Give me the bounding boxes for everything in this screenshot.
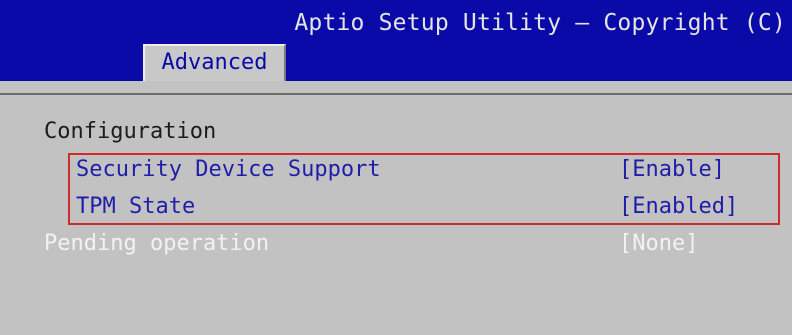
header-divider [0, 81, 792, 95]
header-bar: Aptio Setup Utility – Copyright (C) Adva… [0, 0, 792, 81]
bios-setup-screen: Aptio Setup Utility – Copyright (C) Adva… [0, 0, 792, 335]
setting-label: Pending operation [44, 231, 270, 256]
tab-advanced[interactable]: Advanced [143, 44, 286, 81]
settings-panel: Configuration Security Device Support [E… [0, 97, 792, 335]
setting-value[interactable]: [None] [619, 231, 698, 256]
section-title-configuration: Configuration [44, 119, 217, 144]
highlight-annotation-box [68, 153, 780, 225]
utility-title: Aptio Setup Utility – Copyright (C) [294, 10, 786, 36]
